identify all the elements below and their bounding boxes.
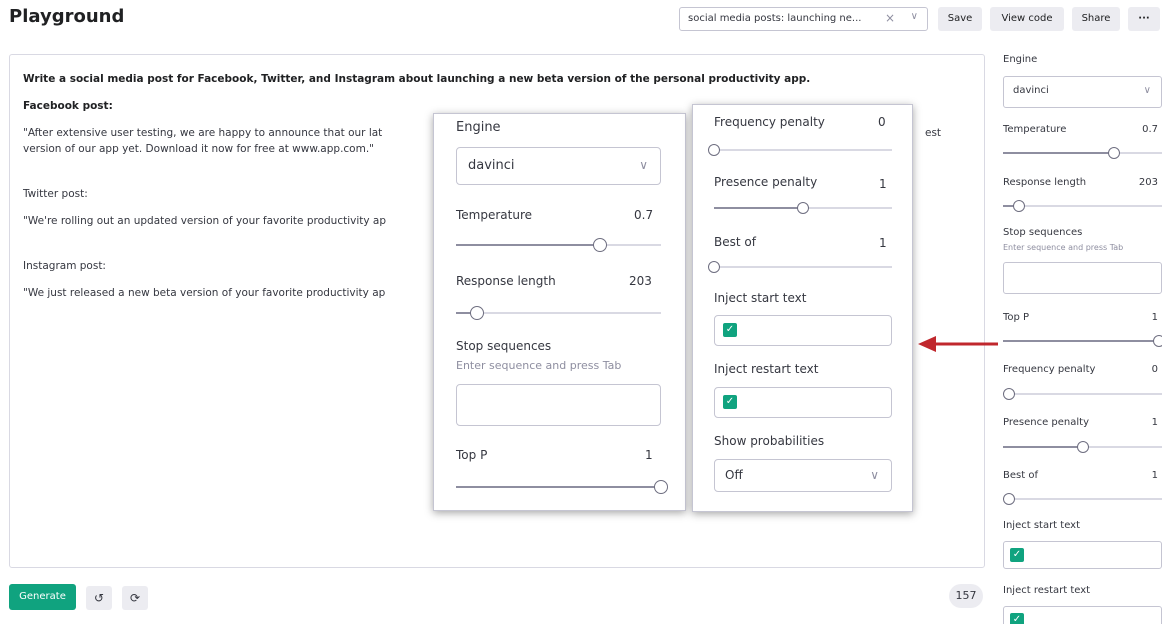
frequency-penalty-label: Frequency penalty (1003, 364, 1096, 375)
engine-label: Engine (1003, 54, 1038, 65)
best-of-value: 1 (879, 236, 887, 250)
temperature-value: 0.7 (634, 208, 654, 222)
regenerate-icon[interactable]: ⟳ (122, 586, 148, 610)
temperature-value: 0.7 (1142, 124, 1158, 135)
chevron-down-icon: ∨ (870, 468, 879, 482)
preset-value: social media posts: launching ne... (688, 13, 862, 24)
facebook-text-line-1-end: est (925, 126, 942, 139)
best-of-label: Best of (714, 235, 756, 249)
stop-sequences-hint: Enter sequence and press Tab (456, 359, 622, 372)
temperature-label: Temperature (456, 208, 533, 222)
inject-restart-field[interactable]: ✓ (714, 387, 892, 418)
response-length-slider[interactable] (1003, 200, 1162, 212)
response-length-slider[interactable] (456, 306, 661, 320)
inject-start-field[interactable]: ✓ (1003, 541, 1162, 569)
frequency-penalty-label: Frequency penalty (714, 115, 825, 129)
inject-start-field[interactable]: ✓ (714, 315, 892, 346)
inject-start-label: Inject start text (1003, 520, 1081, 531)
response-length-label: Response length (456, 274, 556, 288)
frequency-penalty-slider[interactable] (708, 144, 892, 156)
zoom-panel-right: Frequency penalty 0 Presence penalty 1 B… (692, 104, 913, 512)
response-length-value: 203 (629, 274, 652, 288)
stop-sequences-label: Stop sequences (456, 339, 552, 353)
engine-label: Engine (456, 120, 501, 135)
presence-penalty-label: Presence penalty (714, 175, 818, 189)
slider-handle[interactable] (592, 238, 607, 252)
close-icon[interactable]: × (885, 11, 895, 25)
temperature-label: Temperature (1003, 124, 1067, 135)
slider-handle[interactable] (1012, 200, 1025, 212)
top-p-slider[interactable] (456, 480, 668, 494)
token-count: 157 (949, 584, 983, 608)
arrow-left-icon (918, 336, 998, 352)
save-button[interactable]: Save (938, 7, 982, 31)
inject-start-label: Inject start text (714, 291, 807, 305)
slider-handle[interactable] (1108, 147, 1121, 159)
slider-handle[interactable] (708, 261, 720, 273)
generate-button[interactable]: Generate (9, 584, 76, 610)
prompt-instruction: Write a social media post for Facebook, … (23, 73, 811, 85)
presence-penalty-label: Presence penalty (1003, 417, 1090, 428)
inject-restart-label: Inject restart text (714, 362, 819, 376)
best-of-value: 1 (1151, 470, 1158, 481)
chevron-down-icon: ∨ (639, 158, 648, 172)
response-length-value: 203 (1138, 177, 1158, 188)
more-button[interactable]: ··· (1128, 7, 1160, 31)
frequency-penalty-value: 0 (878, 115, 886, 129)
view-code-button[interactable]: View code (990, 7, 1064, 31)
checkbox-checked-icon[interactable]: ✓ (723, 395, 737, 409)
stop-sequences-hint: Enter sequence and press Tab (1003, 243, 1124, 252)
preset-select[interactable]: social media posts: launching ne... × ∨ (679, 7, 928, 31)
show-probabilities-label: Show probabilities (714, 434, 825, 448)
show-probabilities-select[interactable]: Off ∨ (714, 459, 892, 492)
zoom-panel-left: Engine davinci ∨ Temperature 0.7 Respons… (433, 113, 686, 511)
slider-handle[interactable] (1003, 388, 1016, 400)
top-p-label: Top P (456, 448, 488, 462)
best-of-label: Best of (1003, 470, 1038, 481)
top-p-value: 1 (1151, 312, 1158, 323)
page-title: Playground (9, 6, 125, 27)
chevron-down-icon: ∨ (910, 11, 918, 22)
slider-handle[interactable] (1076, 441, 1089, 453)
temperature-slider[interactable] (1003, 147, 1162, 159)
engine-value: davinci (468, 158, 515, 173)
engine-value: davinci (1013, 85, 1049, 96)
top-p-label: Top P (1003, 312, 1030, 323)
chevron-down-icon: ∨ (1143, 85, 1151, 96)
inject-restart-label: Inject restart text (1003, 585, 1091, 596)
top-p-value: 1 (645, 448, 653, 462)
stop-sequences-label: Stop sequences (1003, 227, 1083, 238)
show-probabilities-value: Off (725, 468, 743, 482)
slider-handle[interactable] (654, 480, 668, 494)
engine-select[interactable]: davinci ∨ (1003, 76, 1162, 108)
best-of-slider[interactable] (1003, 493, 1162, 505)
checkbox-checked-icon[interactable]: ✓ (1010, 548, 1024, 562)
slider-handle[interactable] (469, 306, 484, 320)
checkbox-checked-icon[interactable]: ✓ (723, 323, 737, 337)
frequency-penalty-value: 0 (1151, 364, 1158, 375)
undo-icon[interactable]: ↺ (86, 586, 112, 610)
slider-handle[interactable] (708, 144, 720, 156)
facebook-text-line-1: "After extensive user testing, we are ha… (23, 126, 383, 139)
presence-penalty-value: 1 (879, 177, 887, 191)
presence-penalty-slider[interactable] (1003, 441, 1162, 453)
stop-sequences-input[interactable] (456, 384, 661, 426)
presence-penalty-slider[interactable] (714, 202, 892, 214)
stop-sequences-input[interactable] (1003, 262, 1162, 294)
slider-handle[interactable] (1003, 493, 1016, 505)
frequency-penalty-slider[interactable] (1003, 388, 1162, 400)
inject-restart-field[interactable]: ✓ (1003, 606, 1162, 624)
response-length-label: Response length (1003, 177, 1087, 188)
checkbox-checked-icon[interactable]: ✓ (1010, 613, 1024, 624)
engine-select[interactable]: davinci ∨ (456, 147, 661, 185)
presence-penalty-value: 1 (1151, 417, 1158, 428)
top-p-slider[interactable] (1003, 335, 1162, 347)
best-of-slider[interactable] (708, 261, 892, 273)
share-button[interactable]: Share (1072, 7, 1120, 31)
slider-handle[interactable] (797, 202, 809, 214)
temperature-slider[interactable] (456, 238, 661, 252)
slider-handle[interactable] (1152, 335, 1162, 347)
